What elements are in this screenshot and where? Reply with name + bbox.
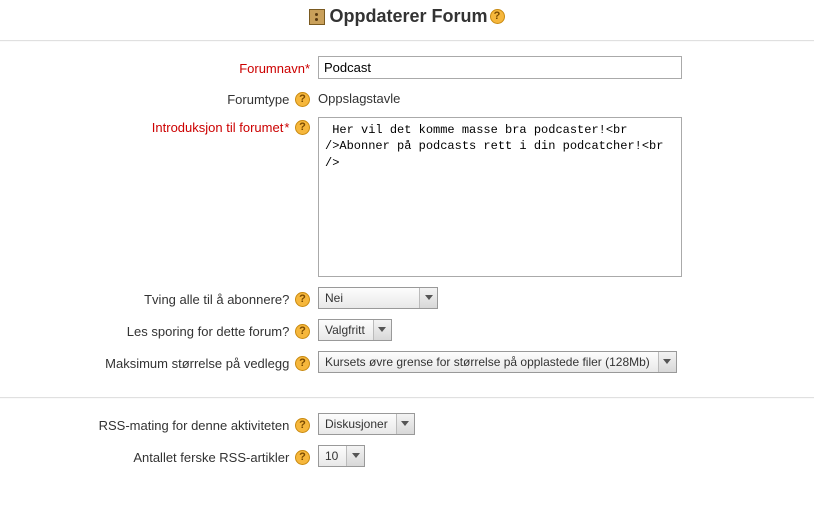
rss-section: RSS-mating for denne aktiviteten Diskusj… bbox=[0, 399, 814, 491]
label-forumtype: Forumtype bbox=[18, 89, 318, 107]
label-rssfeed: RSS-mating for denne aktiviteten bbox=[18, 415, 318, 433]
label-rsscount: Antallet ferske RSS-artikler bbox=[18, 447, 318, 465]
subscribe-select[interactable]: Nei bbox=[318, 287, 438, 309]
chevron-down-icon bbox=[658, 352, 676, 372]
help-icon[interactable] bbox=[295, 120, 310, 135]
label-maxsize: Maksimum størrelse på vedlegg bbox=[18, 353, 318, 371]
chevron-down-icon bbox=[396, 414, 414, 434]
forumtype-value: Oppslagstavle bbox=[318, 90, 400, 106]
help-icon[interactable] bbox=[295, 450, 310, 465]
chevron-down-icon bbox=[373, 320, 391, 340]
tracking-select[interactable]: Valgfritt bbox=[318, 319, 392, 341]
forumname-input[interactable] bbox=[318, 56, 682, 79]
chevron-down-icon bbox=[346, 446, 364, 466]
forum-icon bbox=[309, 9, 325, 25]
intro-textarea[interactable]: Her vil det komme masse bra podcaster!<b… bbox=[318, 117, 682, 277]
help-icon[interactable] bbox=[490, 9, 505, 24]
help-icon[interactable] bbox=[295, 324, 310, 339]
help-icon[interactable] bbox=[295, 292, 310, 307]
rssfeed-select[interactable]: Diskusjoner bbox=[318, 413, 415, 435]
chevron-down-icon bbox=[419, 288, 437, 308]
label-subscribe: Tving alle til å abonnere? bbox=[18, 289, 318, 307]
label-forumname: Forumnavn* bbox=[18, 58, 318, 76]
label-intro: Introduksjon til forumet* bbox=[18, 117, 318, 135]
maxsize-select[interactable]: Kursets øvre grense for størrelse på opp… bbox=[318, 351, 677, 373]
general-section: Forumnavn* Forumtype Oppslagstavle Intro… bbox=[0, 42, 814, 397]
help-icon[interactable] bbox=[295, 356, 310, 371]
page-title: Oppdaterer Forum bbox=[329, 6, 487, 27]
page-header: Oppdaterer Forum bbox=[0, 0, 814, 40]
label-tracking: Les sporing for dette forum? bbox=[18, 321, 318, 339]
rsscount-select[interactable]: 10 bbox=[318, 445, 365, 467]
help-icon[interactable] bbox=[295, 418, 310, 433]
help-icon[interactable] bbox=[295, 92, 310, 107]
